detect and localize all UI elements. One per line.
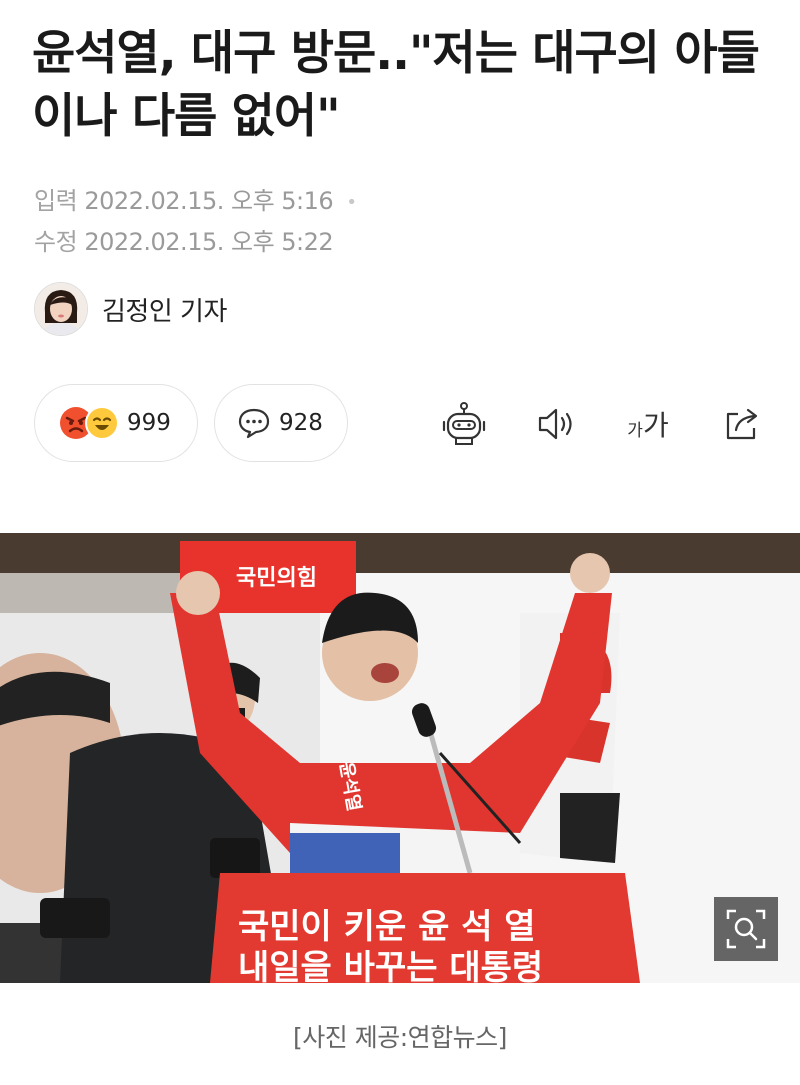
podium-line1: 국민이 키운 윤 석 열 bbox=[238, 907, 536, 947]
comment-count: 928 bbox=[279, 410, 323, 436]
speaker-icon bbox=[538, 408, 572, 440]
meta-separator-dot: • bbox=[346, 191, 357, 213]
rally-photo-illustration: 국민의힘 윤석열 국민이 키운 윤 석 열 내일을 바꾸는 대통령 bbox=[0, 533, 800, 983]
published-time: 2022.02.15. 오후 5:16 bbox=[84, 187, 334, 215]
share-icon bbox=[726, 408, 758, 440]
article-photo[interactable]: 국민의힘 윤석열 국민이 키운 윤 석 열 내일을 바꾸는 대통령 bbox=[0, 533, 800, 983]
party-sign-text: 국민의힘 bbox=[236, 566, 317, 591]
robot-icon bbox=[442, 402, 486, 445]
modified-label: 수정 bbox=[34, 228, 78, 256]
listen-audio-button[interactable] bbox=[530, 398, 582, 450]
share-button[interactable] bbox=[716, 398, 768, 450]
laughing-emoji-icon bbox=[85, 406, 119, 440]
font-size-small-label: 가 bbox=[627, 420, 643, 441]
summary-bot-button[interactable] bbox=[438, 398, 490, 450]
reaction-button[interactable]: 999 bbox=[34, 384, 198, 462]
font-size-button[interactable]: 가 가 bbox=[618, 398, 678, 450]
author-avatar[interactable] bbox=[34, 282, 88, 336]
comment-button[interactable]: 928 bbox=[214, 384, 348, 462]
published-label: 입력 bbox=[34, 187, 78, 215]
article-headline: 윤석열, 대구 방문.."저는 대구의 아들이나 다름 없어" bbox=[32, 26, 760, 144]
modified-time: 2022.02.15. 오후 5:22 bbox=[84, 228, 334, 256]
photo-zoom-button[interactable] bbox=[714, 897, 778, 961]
modified-time-row: 수정 2022.02.15. 오후 5:22 bbox=[34, 222, 334, 257]
magnifier-icon bbox=[726, 909, 766, 949]
photo-caption: [사진 제공:연합뉴스] bbox=[293, 1023, 507, 1052]
author-name[interactable]: 김정인 기자 bbox=[102, 291, 227, 328]
font-size-large-label: 가 bbox=[642, 409, 669, 442]
reaction-count: 999 bbox=[127, 410, 171, 436]
podium-line2: 내일을 바꾸는 대통령 bbox=[238, 948, 543, 983]
published-time-row: 입력 2022.02.15. 오후 5:16 • bbox=[34, 181, 357, 216]
author-byline[interactable]: 김정인 기자 bbox=[34, 282, 227, 336]
comment-bubble-icon bbox=[237, 406, 271, 440]
